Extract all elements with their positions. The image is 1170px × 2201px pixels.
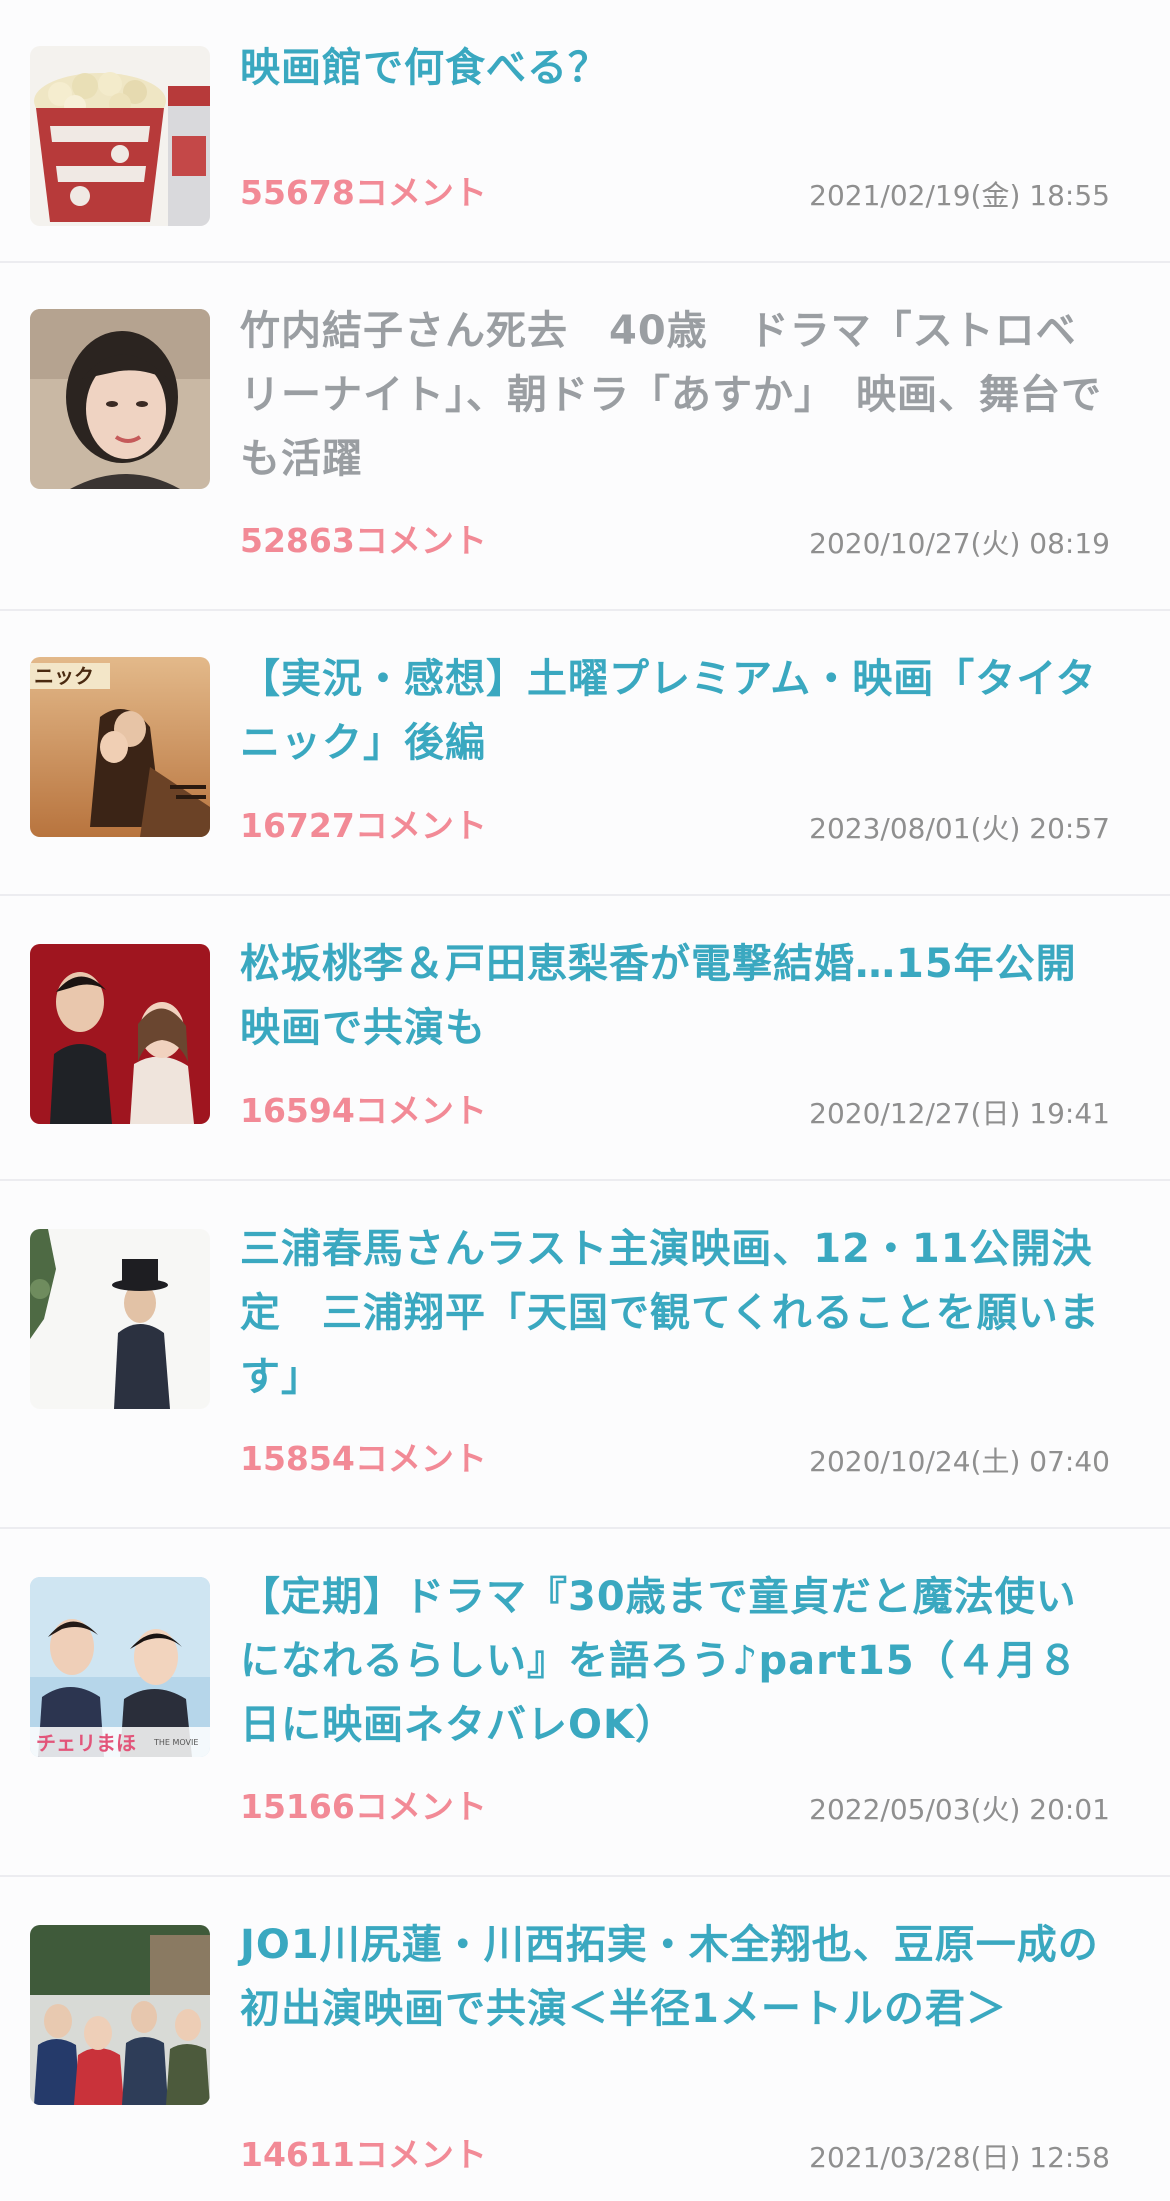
comment-count: 15854コメント [240,1439,487,1479]
comment-count-suffix: コメント [354,1787,487,1826]
comment-count: 16727コメント [240,806,487,846]
topic-date: 2021/03/28(日) 12:58 [809,2141,1110,2174]
comment-count-number: 52863 [240,521,355,560]
topic-thumbnail[interactable] [30,309,210,489]
topic-date: 2021/02/19(金) 18:55 [809,179,1110,212]
thumbnail-caption: チェリまほ [36,1731,136,1755]
topic-title[interactable]: 三浦春馬さんラスト主演映画、12・11公開決定 三浦翔平「天国で観てくれることを… [240,1217,1110,1409]
topic-title[interactable]: 竹内結子さん死去 40歳 ドラマ「ストロベリーナイト」、朝ドラ「あすか」 映画、… [240,299,1110,491]
comment-count-number: 15166 [240,1787,355,1826]
topic-date: 2020/10/24(土) 07:40 [809,1445,1110,1478]
topic-thumbnail[interactable] [30,46,210,226]
comment-count-number: 14611 [240,2135,355,2174]
topic-title[interactable]: 【実況・感想】土曜プレミアム・映画「タイタニック」後編 [240,647,1110,775]
comment-count-suffix: コメント [354,173,487,212]
topic-date: 2020/10/27(火) 08:19 [809,527,1110,560]
comment-count: 14611コメント [240,2135,487,2175]
comment-count: 15166コメント [240,1787,487,1827]
portrait-image [30,309,210,489]
topic-list: 映画館で何食べる？ 55678コメント 2021/02/19(金) 18:55 … [0,0,1170,2201]
topic-thumbnail[interactable] [30,1925,210,2105]
topic-title[interactable]: 松坂桃李＆戸田恵梨香が電撃結婚…15年公開映画で共演も [240,932,1110,1060]
topic-date: 2022/05/03(火) 20:01 [809,1793,1110,1826]
topic-date: 2023/08/01(火) 20:57 [809,812,1110,845]
thumbnail-caption-small: THE MOVIE [153,1738,198,1747]
comment-count-suffix: コメント [354,2135,487,2174]
comment-count-suffix: コメント [354,1091,487,1130]
comment-count: 16594コメント [240,1091,487,1131]
topic-item[interactable]: ニック 【実況・感想】土曜プレミアム・映画「タイタニック」後編 16727コメン… [0,611,1170,896]
topic-item[interactable]: 三浦春馬さんラスト主演映画、12・11公開決定 三浦翔平「天国で観てくれることを… [0,1181,1170,1529]
topic-thumbnail[interactable] [30,1229,210,1409]
comment-count-number: 15854 [240,1439,355,1478]
svg-text:ニック: ニック [34,664,94,688]
topic-date: 2020/12/27(日) 19:41 [809,1097,1110,1130]
topic-item[interactable]: 松坂桃李＆戸田恵梨香が電撃結婚…15年公開映画で共演も 16594コメント 20… [0,896,1170,1181]
comment-count-suffix: コメント [354,521,487,560]
topic-item[interactable]: 竹内結子さん死去 40歳 ドラマ「ストロベリーナイト」、朝ドラ「あすか」 映画、… [0,263,1170,611]
topic-item[interactable]: JO1川尻蓮・川西拓実・木全翔也、豆原一成の初出演映画で共演＜半径1メートルの君… [0,1877,1170,2201]
drama-poster-image: チェリまほ THE MOVIE [30,1577,210,1757]
man-in-hat-image [30,1229,210,1409]
topic-thumbnail[interactable]: チェリまほ THE MOVIE [30,1577,210,1757]
popcorn-image [30,46,210,226]
comment-count-number: 16727 [240,806,355,845]
topic-item[interactable]: 映画館で何食べる？ 55678コメント 2021/02/19(金) 18:55 [0,0,1170,263]
comment-count-number: 16594 [240,1091,355,1130]
couple-photo-image [30,944,210,1124]
comment-count-number: 55678 [240,173,355,212]
comment-count: 55678コメント [240,173,487,213]
group-photo-image [30,1925,210,2105]
topic-item[interactable]: チェリまほ THE MOVIE 【定期】ドラマ『30歳まで童貞だと魔法使いになれ… [0,1529,1170,1877]
topic-thumbnail[interactable] [30,944,210,1124]
movie-poster-image: ニック [30,657,210,837]
topic-thumbnail[interactable]: ニック [30,657,210,837]
comment-count-suffix: コメント [354,1439,487,1478]
topic-title[interactable]: 映画館で何食べる？ [240,36,1110,100]
comment-count: 52863コメント [240,521,487,561]
topic-title[interactable]: 【定期】ドラマ『30歳まで童貞だと魔法使いになれるらしい』を語ろう♪part15… [240,1565,1110,1757]
topic-title[interactable]: JO1川尻蓮・川西拓実・木全翔也、豆原一成の初出演映画で共演＜半径1メートルの君… [240,1913,1110,2041]
comment-count-suffix: コメント [354,806,487,845]
